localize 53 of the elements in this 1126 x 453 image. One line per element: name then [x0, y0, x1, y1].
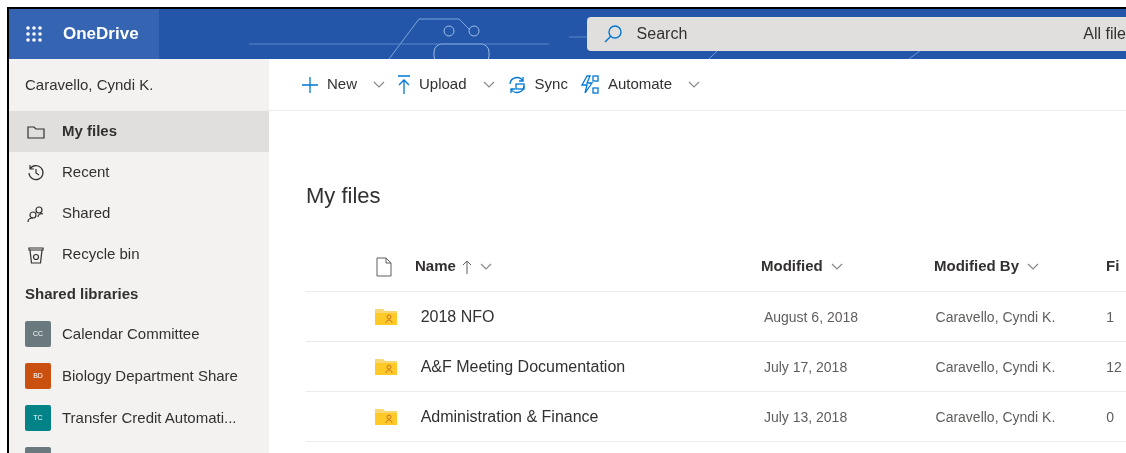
- modified-date: July 13, 2018: [763, 408, 848, 425]
- sync-icon: [506, 74, 527, 95]
- shared-folder-icon: [375, 408, 397, 425]
- modified-date: July 17, 2018: [763, 358, 848, 375]
- search-scope[interactable]: All file: [1083, 22, 1126, 46]
- search-field[interactable]: Search All file: [586, 17, 1126, 51]
- automate-icon: [579, 74, 600, 95]
- search-icon: [602, 24, 623, 44]
- app-launcher-icon[interactable]: [25, 25, 43, 43]
- modified-date: August 6, 2018: [763, 308, 859, 325]
- recycle-bin-icon: [28, 245, 44, 264]
- toolbar-button[interactable]: Automate: [579, 73, 701, 96]
- table-cell: 1: [1106, 308, 1114, 325]
- nav-item[interactable]: Recycle bin: [9, 234, 269, 275]
- file-row[interactable]: 2018 NFO August 6, 2018 Caravello, Cyndi K. 1: [306, 292, 1126, 342]
- search-placeholder: Search: [636, 24, 688, 44]
- chevron-down-icon: [482, 80, 495, 89]
- file-row[interactable]: Administration & Finance July 13, 2018 Caravello, Cyndi K. 0: [306, 392, 1126, 442]
- chevron-down-icon: [373, 80, 385, 89]
- shared-folder-icon: [375, 358, 397, 375]
- chevron-down-icon: [688, 80, 701, 89]
- column-header[interactable]: Modified: [761, 255, 823, 278]
- file-name[interactable]: Administration & Finance: [420, 407, 599, 425]
- column-header[interactable]: Name: [415, 255, 456, 278]
- file-name[interactable]: 2018 NFO: [420, 307, 495, 325]
- column-header[interactable]: Fi: [1106, 255, 1120, 278]
- file-name[interactable]: A&F Meeting Documentation: [420, 357, 626, 375]
- section-heading: Shared libraries: [25, 283, 139, 304]
- nav-item[interactable]: My files: [9, 111, 269, 152]
- modified-by: Caravello, Cyndi K.: [935, 408, 1056, 425]
- upload-icon: [397, 74, 411, 95]
- nav-item[interactable]: Shared: [9, 193, 269, 234]
- user-name: Caravello, Cyndi K.: [25, 74, 154, 95]
- chevron-down-icon: [1027, 262, 1039, 271]
- chevron-down-icon: [479, 262, 492, 271]
- page-title: My files: [306, 182, 382, 210]
- modified-by: Caravello, Cyndi K.: [935, 358, 1056, 375]
- column-header[interactable]: Modified By: [934, 255, 1019, 278]
- table-cell: 12: [1106, 358, 1122, 375]
- chevron-down-icon: [830, 262, 843, 271]
- modified-by: Caravello, Cyndi K.: [935, 308, 1056, 325]
- file-row[interactable]: A&F Meeting Documentation July 17, 2018 Caravello, Cyndi K. 12: [306, 342, 1126, 392]
- people-icon: [27, 204, 45, 223]
- toolbar-button[interactable]: Upload: [397, 73, 495, 96]
- clock-icon: [27, 163, 45, 182]
- toolbar-button[interactable]: New: [301, 73, 385, 96]
- plus-icon: [301, 75, 319, 94]
- file-type-icon: [376, 256, 392, 277]
- folder-icon: [27, 124, 45, 139]
- shared-folder-icon: [375, 308, 397, 325]
- table-cell: 0: [1106, 408, 1114, 425]
- nav-item[interactable]: Recent: [9, 152, 269, 193]
- toolbar-button[interactable]: Sync: [506, 73, 568, 96]
